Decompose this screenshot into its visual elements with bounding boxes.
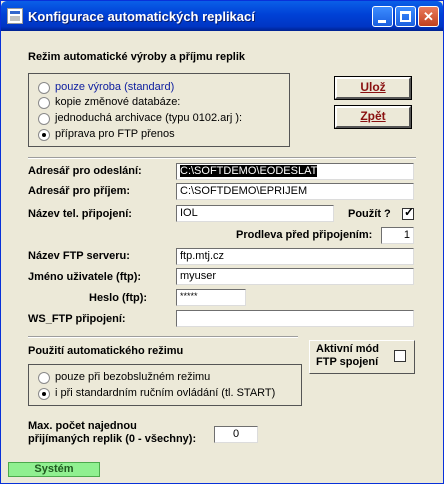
ftp-server-input[interactable]: ftp.mtj.cz [176,248,414,265]
close-icon: ✕ [423,9,434,24]
adresar-odeslani-value: C:\SOFTDEMO\EODESLAT [180,165,318,177]
separator [28,157,416,159]
automat-heading: Použití automatického režimu [28,345,184,357]
rezim-option-label: pouze výroba (standard) [55,81,175,93]
close-button[interactable]: ✕ [418,6,439,27]
ws-ftp-label: WS_FTP připojení: [28,313,126,325]
prodleva-input[interactable]: 1 [381,227,414,244]
automat-option-label: i při standardním ručním ovládání (tl. S… [55,387,276,399]
max-pocet-label-line1: Max. počet najednou [28,420,137,432]
aktivni-label-line2: FTP spojení [316,356,379,368]
tel-pripojeni-label: Název tel. připojení: [28,208,132,220]
radio-rucni[interactable] [38,388,50,400]
aktivni-label-line1: Aktivní mód [316,343,379,355]
radio-kopie[interactable] [38,97,50,109]
radio-ftp[interactable] [38,129,50,141]
heslo-label: Heslo (ftp): [89,292,148,304]
aktivni-mod-box: Aktivní mód FTP spojení [309,340,415,374]
heslo-input[interactable]: ***** [176,289,246,306]
rezim-option-label: jednoduchá archivace (typu 0102.arj ): [55,112,243,124]
title-bar[interactable]: Konfigurace automatických replikací ✕ [1,1,443,31]
maximize-button[interactable] [395,6,416,27]
automat-option-label: pouze při bezobslužném režimu [55,371,211,383]
max-pocet-input[interactable]: 0 [214,426,258,443]
pouzit-checkbox[interactable]: ✓ [402,205,415,220]
aktivni-checkbox[interactable] [394,350,406,362]
adresar-prijem-input[interactable]: C:\SOFTDEMO\EPRIJEM [176,183,414,200]
jmeno-label: Jméno uživatele (ftp): [28,271,142,283]
checkmark-icon: ✓ [404,205,415,219]
jmeno-input[interactable]: myuser [176,268,414,285]
max-pocet-label-line2: přijímaných replik (0 - všechny): [28,433,197,445]
radio-archivace[interactable] [38,113,50,125]
tel-pripojeni-input[interactable]: IOL [176,205,334,222]
minimize-icon [378,20,386,23]
radio-bezobsluzny[interactable] [38,372,50,384]
pouzit-label: Použít ? [348,208,391,220]
config-window: Konfigurace automatických replikací ✕ Re… [0,0,444,484]
adresar-odeslani-label: Adresář pro odeslání: [28,165,142,177]
ws-ftp-input[interactable] [176,310,414,327]
rezim-option-label: příprava pro FTP přenos [55,128,175,140]
rezim-group: pouze výroba (standard) kopie změnové da… [28,73,290,147]
system-tab[interactable]: Systém [8,462,100,477]
ftp-server-label: Název FTP serveru: [28,250,130,262]
separator [28,336,298,338]
maximize-icon [400,11,411,22]
zpet-button[interactable]: Zpět [335,106,411,128]
window-title: Konfigurace automatických replikací [28,9,255,24]
radio-vyroba[interactable] [38,82,50,94]
automat-group: pouze při bezobslužném režimu i při stan… [28,364,302,406]
prodleva-label: Prodleva před připojením: [236,229,373,241]
uloz-button[interactable]: Ulož [335,77,411,99]
rezim-option-label: kopie změnové databáze: [55,96,181,108]
app-window-icon [7,8,23,24]
rezim-heading: Režim automatické výroby a příjmu replik [28,51,246,63]
adresar-odeslani-input[interactable]: C:\SOFTDEMO\EODESLAT [176,163,414,180]
adresar-prijem-label: Adresář pro příjem: [28,185,131,197]
minimize-button[interactable] [372,6,393,27]
